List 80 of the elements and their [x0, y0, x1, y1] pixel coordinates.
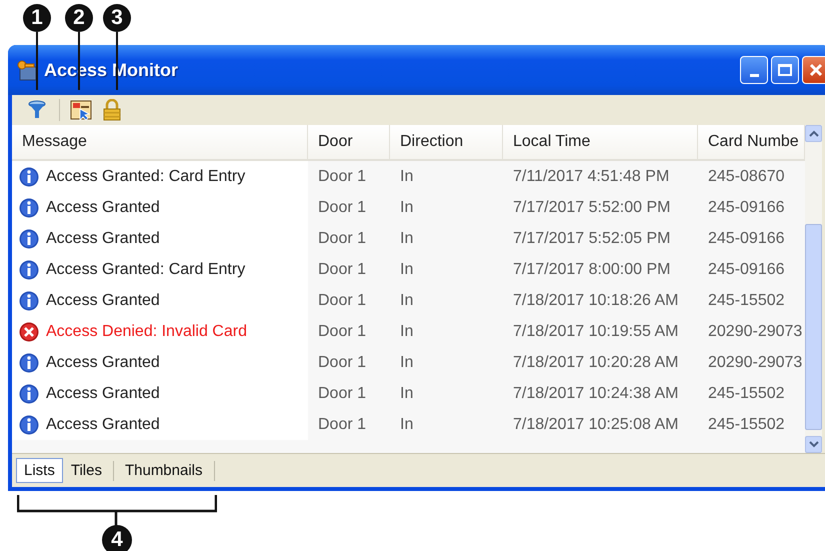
message-text: Access Granted: Card Entry	[46, 260, 246, 278]
table-cell: In	[400, 168, 414, 186]
table-cell: 7/18/2017 10:18:26 AM	[513, 292, 678, 310]
view-tab[interactable]: Tiles	[62, 458, 110, 483]
table-cell: Door 1	[318, 198, 366, 216]
table-cell: Door 1	[318, 168, 366, 186]
message-text: Access Granted	[46, 198, 160, 216]
table-cell: Door 1	[318, 230, 366, 248]
table-cell: In	[400, 230, 414, 248]
table-cell: 245-08670	[708, 168, 785, 186]
info-icon	[19, 290, 39, 310]
table-cell: 7/18/2017 10:24:38 AM	[513, 384, 678, 402]
message-text: Access Granted	[46, 354, 160, 372]
table-cell: Door 1	[318, 292, 366, 310]
close-icon	[808, 62, 824, 78]
table-cell: 245-15502	[708, 416, 785, 434]
column-header[interactable]: Direction	[390, 125, 503, 159]
table-cell: Door 1	[318, 354, 366, 372]
leader-line	[36, 32, 38, 90]
info-icon	[19, 414, 39, 434]
info-icon	[19, 384, 39, 404]
minimize-button[interactable]	[740, 56, 768, 84]
table-cell: In	[400, 260, 414, 278]
column-header[interactable]: Local Time	[503, 125, 698, 159]
view-tab[interactable]: Lists	[16, 458, 63, 483]
close-button[interactable]	[802, 56, 825, 84]
callout-number: 1	[23, 4, 51, 32]
callout-number: 2	[65, 4, 93, 32]
caret-up-icon	[808, 130, 818, 137]
table-cell: Door 1	[318, 416, 366, 434]
table-cell: 245-15502	[708, 384, 785, 402]
table-cell: Door 1	[318, 260, 366, 278]
scroll-down-button[interactable]	[805, 436, 822, 453]
table-cell: 7/17/2017 8:00:00 PM	[513, 260, 670, 278]
table-cell: 245-09166	[708, 230, 785, 248]
message-text: Access Granted: Card Entry	[46, 168, 246, 186]
table-cell: 20290-29073	[708, 354, 802, 372]
scroll-thumb[interactable]	[805, 224, 822, 430]
card-cursor-icon[interactable]	[70, 99, 92, 121]
maximize-button[interactable]	[771, 56, 799, 84]
info-icon	[19, 260, 39, 280]
table-cell: 245-09166	[708, 198, 785, 216]
table-cell: 245-15502	[708, 292, 785, 310]
scrollbar[interactable]	[805, 125, 822, 453]
table-cell: In	[400, 384, 414, 402]
message-text: Access Granted	[46, 230, 160, 248]
message-text: Access Granted	[46, 416, 160, 434]
callout-number: 4	[102, 525, 132, 551]
table-cell: 245-09166	[708, 260, 785, 278]
info-icon	[19, 198, 39, 218]
info-icon	[19, 228, 39, 248]
table-cell: 7/17/2017 5:52:00 PM	[513, 198, 670, 216]
key-icon	[16, 59, 38, 81]
table-cell: 7/18/2017 10:20:28 AM	[513, 354, 678, 372]
table-cell: Door 1	[318, 322, 366, 340]
callout-number: 3	[103, 4, 131, 32]
table-cell: In	[400, 322, 414, 340]
scroll-up-button[interactable]	[805, 125, 822, 142]
error-icon	[19, 322, 39, 342]
table-cell: In	[400, 416, 414, 434]
table-cell: Door 1	[318, 384, 366, 402]
table-cell: In	[400, 198, 414, 216]
table-cell: 7/18/2017 10:25:08 AM	[513, 416, 678, 434]
table-cell: 7/18/2017 10:19:55 AM	[513, 322, 678, 340]
message-text: Access Denied: Invalid Card	[46, 322, 247, 340]
table-cell: In	[400, 292, 414, 310]
filter-icon[interactable]	[27, 100, 47, 120]
message-text: Access Granted	[46, 292, 160, 310]
caret-down-icon	[808, 441, 818, 448]
view-tab[interactable]: Thumbnails	[116, 458, 211, 483]
message-text: Access Granted	[46, 384, 160, 402]
column-header[interactable]: Message	[12, 125, 308, 159]
info-icon	[19, 352, 39, 372]
table-cell: 7/11/2017 4:51:48 PM	[513, 168, 670, 186]
padlock-icon[interactable]	[102, 99, 122, 121]
table-cell: In	[400, 354, 414, 372]
info-icon	[19, 166, 39, 186]
column-header[interactable]: Door	[308, 125, 390, 159]
table-cell: 7/17/2017 5:52:05 PM	[513, 230, 670, 248]
table-cell: 20290-29073	[708, 322, 802, 340]
